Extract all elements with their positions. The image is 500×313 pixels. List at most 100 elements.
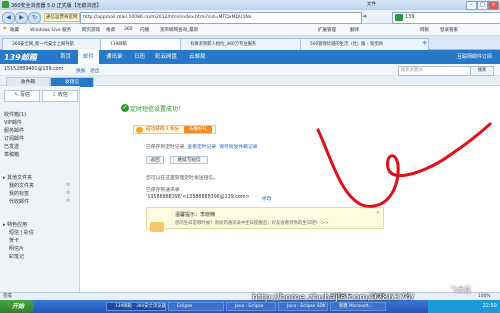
folder-service[interactable]: 服务邮件 xyxy=(4,127,24,134)
save-record-link[interactable]: 保存到发件箱记录 xyxy=(219,143,257,150)
fav-right-0[interactable]: 扩展管理 xyxy=(318,27,336,33)
fav-item-2[interactable]: 网页游戏 xyxy=(82,27,100,33)
fav-item-3[interactable]: 格调 xyxy=(106,27,115,33)
minimize-button[interactable]: – xyxy=(466,1,477,10)
account-bar: 15152889401@139.com 换肤 退出 搜索关键词 搜索 xyxy=(0,64,500,76)
browser-search-value: 139 xyxy=(405,14,415,20)
task-browser[interactable]: 139邮箱 - 360安全浏览器 xyxy=(106,302,166,311)
task-java-eclipse[interactable]: Java - Eclipse xyxy=(226,302,276,311)
folder-drafts[interactable]: 草稿箱 xyxy=(4,151,19,158)
gear-icon[interactable]: ⚙ xyxy=(66,182,70,188)
app-cards[interactable]: 贺卡 xyxy=(9,237,19,244)
pencil-icon: ✎ xyxy=(14,92,19,98)
expand-icon: ▸ xyxy=(3,222,6,228)
folder-mine[interactable]: 我的文件夹 xyxy=(9,182,34,189)
folder-vip[interactable]: VIP邮件 xyxy=(4,119,22,126)
record-line: 已保存到定时记录 查看定时记录 保存到发件箱记录 xyxy=(146,143,258,150)
new-tab-button[interactable]: + xyxy=(422,39,428,47)
address-bar[interactable]: http://appmail.mail.10086.cn/m2012/html/… xyxy=(80,12,362,24)
close-window-button[interactable]: × xyxy=(488,1,499,10)
nav-tab-cloud-disk[interactable]: 彩云网盘 xyxy=(150,50,182,64)
address-text: http://appmail.mail.10086.cn/m2012/html/… xyxy=(83,15,252,20)
logout-link[interactable]: 退出 xyxy=(90,67,100,74)
nav-tab-home[interactable]: 首页 xyxy=(55,50,76,64)
site-security-tag[interactable]: 通信运营商官网 xyxy=(44,13,80,22)
notice-title: 温馨提示：李晓楠 xyxy=(175,212,216,218)
maximize-button[interactable]: □ xyxy=(477,1,488,10)
birthday-cake-icon xyxy=(150,222,164,232)
edit-contact-link[interactable]: 修改 xyxy=(262,195,272,202)
go-icon[interactable]: ➜ xyxy=(362,13,367,20)
redeem-gift-button[interactable]: 去换好礼 xyxy=(184,126,212,133)
browser-tab-label: 500管理优越的生活（社）服 - 淘宝网 xyxy=(310,42,383,47)
mail-header: 139邮箱 首页 邮件 通讯录 日历 彩云网盘 云邮局 互联网邮件订阅 xyxy=(0,50,500,64)
folder-inbox[interactable]: 收件箱(1) xyxy=(4,111,26,118)
folder-sent[interactable]: 已发送 xyxy=(4,143,19,150)
mail-search-input[interactable]: 搜索关键词 xyxy=(398,66,472,76)
app-notes[interactable]: 彩笔记 xyxy=(9,253,24,260)
task-eclipse[interactable]: Eclipse xyxy=(168,302,224,311)
continue-sms-button[interactable]: 继续写短信 xyxy=(170,156,208,164)
account-email: 15152889401@139.com xyxy=(4,67,64,72)
status-text: 完成 xyxy=(3,294,12,299)
saved-contacts-value: '13588888396'<13588888396@139.com> xyxy=(146,195,250,200)
fav-right-2[interactable]: 网银 xyxy=(420,27,429,33)
fav-item-6[interactable]: 宽带联网查询_最新 xyxy=(160,27,198,33)
task-new-doc[interactable]: 新建 Microsoft... xyxy=(330,302,386,311)
view-record-link[interactable]: 查看定时记录 xyxy=(187,143,216,150)
fav-item-4[interactable]: 360 xyxy=(124,27,133,32)
fav-item-1[interactable]: Windows Live 服务 xyxy=(30,27,71,33)
system-tray: 22:59 xyxy=(428,300,500,313)
status-zoom[interactable]: 100% xyxy=(478,293,491,300)
favorites-star-icon[interactable]: ★ xyxy=(2,25,7,32)
folder-subscription[interactable]: 订阅邮件 xyxy=(4,135,24,142)
return-button[interactable]: 返回 xyxy=(146,156,164,164)
browser-search-input[interactable]: 139 ⌕ xyxy=(392,12,500,24)
mail-logo[interactable]: 139邮箱 xyxy=(4,52,37,63)
section-other-folders[interactable]: ▸ 其他文件夹 xyxy=(3,174,32,181)
gear-icon[interactable]: ⚙ xyxy=(66,190,70,196)
nav-tab-cloud-post[interactable]: 云邮局 xyxy=(184,50,211,64)
nav-tab-mail[interactable]: 邮件 xyxy=(78,50,100,64)
menu-file[interactable]: 文件 xyxy=(367,1,376,7)
mail-subscribe-link[interactable]: 互联网邮件订阅 xyxy=(457,50,492,64)
windows-taskbar: 开始 139邮箱 - 360安全浏览器 Eclipse Java - Eclip… xyxy=(0,300,500,313)
section-apps[interactable]: ▸ 特色应用 xyxy=(3,221,27,228)
mail-sidebar: ✎ 写信 ⇩ 收信 收件箱(1) VIP邮件 服务邮件 订阅邮件 已发送 草稿箱… xyxy=(0,86,80,296)
fav-right-1[interactable]: 翻译 xyxy=(350,27,359,33)
refresh-button[interactable]: ↻ xyxy=(28,12,41,24)
folder-tags[interactable]: 我的标签 xyxy=(9,190,29,197)
mail-search-button[interactable]: 搜索 xyxy=(470,66,494,76)
task-java-eclipse-sdk[interactable]: Java - Eclipse SDK xyxy=(278,302,328,311)
receive-icon: ⇩ xyxy=(52,92,57,98)
start-button[interactable]: 开始 xyxy=(0,300,34,313)
nav-tab-calendar[interactable]: 日历 xyxy=(129,50,150,64)
receive-button[interactable]: ⇩ 收信 xyxy=(42,90,78,102)
browser-tab-label: 360安全网_新一代安全上网导航 xyxy=(12,42,74,47)
bonus-icon xyxy=(136,127,143,133)
fav-item-0[interactable]: 收藏 xyxy=(10,27,19,33)
taskbar-clock[interactable]: 22:59 xyxy=(483,303,497,309)
red-annotation-scribble xyxy=(316,122,492,208)
folder-collected[interactable]: 代收邮件 xyxy=(9,198,29,205)
gear-icon[interactable]: ⚙ xyxy=(66,198,70,204)
fav-right-3[interactable]: 登录管家 xyxy=(440,27,458,33)
app-sms[interactable]: 短信 | 彩信 xyxy=(9,229,34,236)
sent-record-text: 已保存到定时记录 xyxy=(146,145,185,150)
bonus-banner: 成功获得 1 积分 去换好礼 xyxy=(133,125,216,134)
success-title: 定时短信设置成功！ xyxy=(130,106,185,113)
success-check-icon: ✓ xyxy=(121,104,129,112)
fav-item-5[interactable]: 闪播 xyxy=(140,27,149,33)
app-postcard[interactable]: 明信片 xyxy=(9,245,24,252)
write-button[interactable]: ✎ 写信 xyxy=(4,90,40,102)
back-button[interactable]: ◀ xyxy=(2,12,15,24)
skin-link[interactable]: 换肤 xyxy=(76,67,86,74)
search-engine-icon xyxy=(395,14,403,21)
write-label: 写信 xyxy=(19,92,30,98)
section-label: 其他文件夹 xyxy=(7,175,33,181)
browser-logo-icon xyxy=(2,1,9,8)
browser-tab-bar: 360安全网_新一代安全上网导航 139邮箱 有缘求到新人相约_360万专业服务… xyxy=(0,36,500,51)
nav-tab-contacts[interactable]: 通讯录 xyxy=(101,50,128,64)
section-label: 特色应用 xyxy=(7,222,28,228)
forward-button[interactable]: ▶ xyxy=(15,12,28,24)
